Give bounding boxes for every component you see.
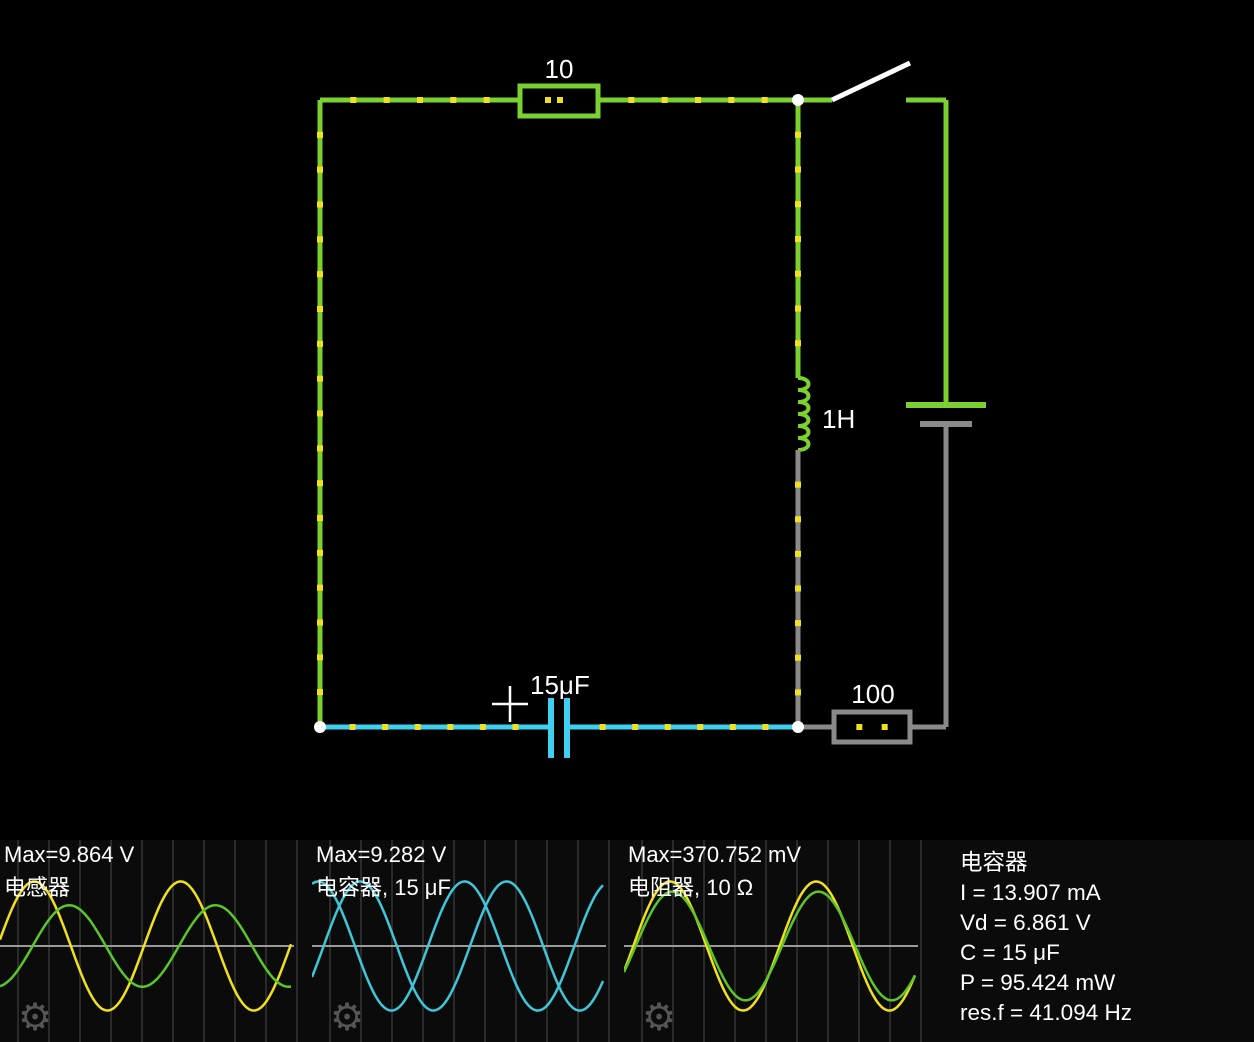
scope-label: 电感器	[4, 875, 71, 900]
current-dot	[317, 271, 323, 278]
gear-icon[interactable]: ⚙	[642, 998, 682, 1038]
current-dot	[661, 97, 668, 103]
circuit-canvas[interactable]: 10 1H 15μF 100	[0, 0, 1254, 840]
current-dot	[545, 97, 551, 103]
current-dot	[557, 97, 563, 103]
current-dot	[350, 97, 357, 103]
current-dot	[632, 724, 639, 730]
current-dot	[447, 724, 454, 730]
current-dot	[795, 654, 801, 661]
resistor-10-label: 10	[545, 54, 574, 84]
current-dot	[695, 97, 701, 103]
current-dot	[317, 515, 323, 521]
current-dot	[317, 166, 323, 173]
current-dot	[483, 97, 490, 103]
current-dot	[761, 97, 768, 103]
current-dot	[795, 305, 801, 312]
current-dot	[383, 97, 390, 103]
current-dot	[697, 724, 704, 730]
info-capacitance: C = 15 μF	[960, 940, 1060, 965]
info-power: P = 95.424 mW	[960, 970, 1116, 995]
scope-max: Max=9.282 V	[316, 842, 447, 867]
inductor-label: 1H	[822, 404, 855, 434]
resistor-10[interactable]: 10	[517, 54, 601, 119]
current-dot	[417, 97, 423, 103]
current-dot	[795, 620, 801, 627]
scope-capacitor[interactable]: Max=9.282 V 电容器, 15 μF ⚙	[312, 840, 612, 1042]
crosshair-cursor-icon	[492, 686, 528, 722]
scope-label: 电容器, 15 μF	[316, 875, 451, 900]
current-dot	[795, 201, 801, 208]
current-dot	[317, 549, 323, 556]
info-res-freq: res.f = 41.094 Hz	[960, 1000, 1132, 1025]
current-dot	[762, 724, 769, 730]
current-dot	[317, 619, 323, 626]
scope-max: Max=370.752 mV	[628, 842, 802, 867]
current-dot	[795, 585, 801, 592]
resistor-100[interactable]: 100	[798, 679, 946, 745]
node-bottom-left[interactable]	[314, 721, 326, 733]
current-dot	[795, 236, 801, 242]
resistor-100-label: 100	[851, 679, 894, 709]
info-title: 电容器	[960, 850, 1028, 875]
current-dot	[728, 97, 735, 103]
current-dot	[317, 584, 323, 591]
current-dot	[317, 236, 323, 243]
current-dot	[729, 724, 736, 730]
current-dot	[349, 724, 356, 730]
current-dot	[382, 724, 389, 730]
current-dot	[317, 654, 323, 661]
current-dot	[795, 516, 801, 523]
scope-resistor[interactable]: Max=370.752 mV 电阻器, 10 Ω ⚙	[624, 840, 924, 1042]
node-top-right[interactable]	[792, 94, 804, 106]
scope-strip: Max=9.864 V 电感器 ⚙ Max=9.282 V 电容器, 15 μF…	[0, 840, 1254, 1042]
gear-icon[interactable]: ⚙	[18, 998, 58, 1038]
current-dot	[317, 131, 323, 138]
current-dot	[628, 97, 635, 103]
capacitor-15uf[interactable]: 15μF	[530, 670, 590, 758]
current-dot	[795, 340, 801, 347]
current-dot	[881, 724, 888, 730]
info-current: I = 13.907 mA	[960, 880, 1101, 905]
inductor-1h[interactable]: 1H	[797, 376, 855, 452]
scope-max: Max=9.864 V	[4, 842, 135, 867]
node-bottom-right[interactable]	[792, 721, 804, 733]
current-dot	[795, 689, 801, 696]
battery[interactable]	[906, 100, 986, 727]
switch[interactable]	[798, 60, 946, 103]
current-dot	[414, 724, 421, 730]
current-dot	[856, 724, 863, 730]
current-dot	[317, 480, 323, 487]
current-dot	[795, 550, 801, 557]
current-dot	[795, 166, 801, 173]
current-dot	[317, 689, 323, 696]
gear-icon[interactable]: ⚙	[330, 998, 370, 1038]
info-panel: 电容器 I = 13.907 mA Vd = 6.861 V C = 15 μF…	[960, 848, 1132, 1028]
scope-label: 电阻器, 10 Ω	[628, 875, 754, 900]
current-dot	[317, 410, 323, 417]
current-dot	[512, 724, 519, 730]
current-dot	[795, 270, 801, 277]
scope-inductor[interactable]: Max=9.864 V 电感器 ⚙	[0, 840, 300, 1042]
current-dot	[599, 724, 606, 730]
current-dot	[317, 306, 323, 312]
current-dot	[317, 375, 323, 382]
current-dot	[317, 445, 323, 452]
current-dot	[479, 724, 486, 730]
current-dot	[450, 97, 457, 103]
current-dot	[795, 481, 801, 488]
info-voltage: Vd = 6.861 V	[960, 910, 1091, 935]
current-dot	[795, 131, 801, 138]
current-dot	[317, 340, 323, 347]
capacitor-label: 15μF	[530, 670, 590, 700]
current-dot	[664, 724, 671, 730]
current-dot	[317, 201, 323, 208]
